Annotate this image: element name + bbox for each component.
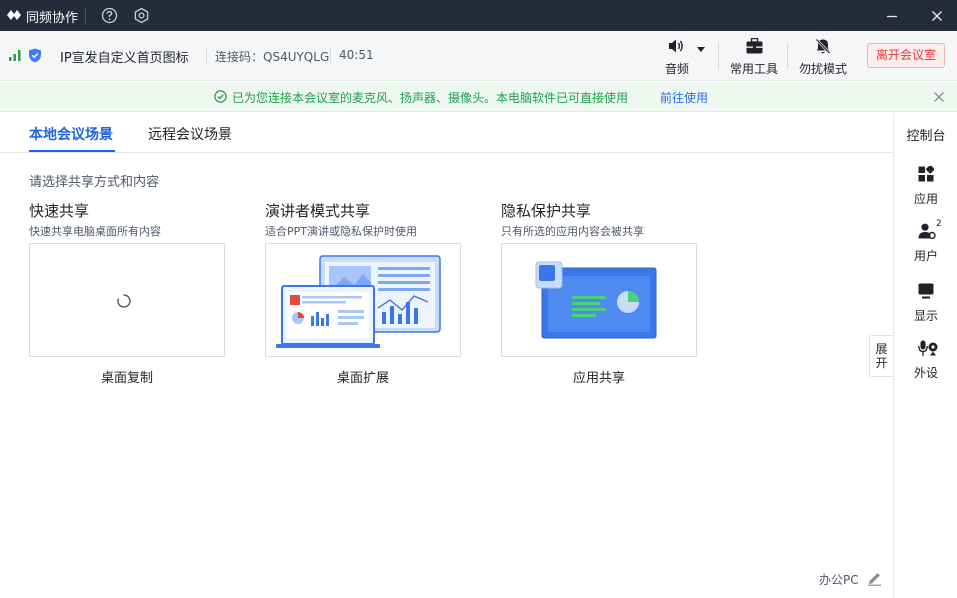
meeting-title: IP宣发自定义首页图标 — [60, 51, 189, 66]
user-icon — [918, 223, 936, 239]
secure-shield-icon — [29, 48, 41, 63]
notice-text: 已为您连接本会议室的麦克风、扬声器、摄像头。本电脑软件已可直接使用 — [232, 91, 629, 105]
card-caption: 应用共享 — [572, 371, 625, 386]
card-subtitle: 快速共享电脑桌面所有内容 — [29, 225, 161, 238]
minimize-button[interactable] — [882, 6, 902, 26]
meeting-code: 连接码：QS4UYQLG — [215, 50, 330, 64]
do-not-disturb-button[interactable]: 勿扰模式 — [796, 37, 850, 77]
card-subtitle: 适合PPT演讲或隐私保护时使用 — [265, 225, 417, 238]
quick-share-card: 快速共享 快速共享电脑桌面所有内容 桌面复制 — [29, 200, 229, 386]
app-share-option[interactable] — [501, 243, 697, 357]
app-logo-icon — [7, 10, 21, 20]
sidebar-item-label: 显示 — [913, 309, 938, 323]
title-divider — [85, 8, 86, 24]
help-icon[interactable] — [101, 7, 118, 24]
presenter-share-card: 演讲者模式共享 适合PPT演讲或隐私保护时使用 桌面扩展 — [265, 200, 465, 386]
info-divider — [206, 47, 207, 63]
audio-button[interactable]: 音频 — [658, 37, 706, 77]
desktop-extend-option[interactable] — [265, 243, 461, 357]
close-window-button[interactable] — [927, 6, 947, 26]
privacy-share-card: 隐私保护共享 只有所选的应用内容会被共享 应用共享 — [501, 200, 701, 386]
do-not-disturb-label: 勿扰模式 — [798, 62, 847, 76]
sidebar-item-label: 外设 — [913, 366, 938, 380]
common-tools-button[interactable]: 常用工具 — [728, 37, 780, 77]
card-title: 隐私保护共享 — [501, 202, 592, 220]
sidebar-item-peripherals[interactable]: 外设 — [894, 340, 957, 388]
peripheral-icon — [918, 340, 938, 356]
chevron-down-icon[interactable] — [697, 47, 705, 52]
app-name: 同频协作 — [26, 11, 79, 26]
common-tools-label: 常用工具 — [729, 62, 778, 76]
app-window-illustration — [535, 261, 657, 339]
card-title: 演讲者模式共享 — [265, 202, 371, 220]
extend-screens-illustration — [276, 255, 441, 348]
console-sidebar: 控制台 应用 2 用户 显示 外设 — [893, 113, 957, 598]
toolbar-divider — [787, 42, 788, 70]
tab-remote-meeting[interactable]: 远程会议场景 — [148, 124, 232, 144]
check-circle-icon — [214, 90, 227, 103]
sidebar-item-apps[interactable]: 应用 — [894, 166, 957, 214]
settings-icon[interactable] — [133, 7, 150, 24]
active-tab-indicator — [29, 150, 115, 152]
meeting-info-bar: IP宣发自定义首页图标 连接码：QS4UYQLG 40:51 音频 常用工具 勿… — [0, 31, 957, 81]
info-divider — [330, 47, 331, 63]
loading-spinner-icon — [117, 294, 131, 308]
card-title: 快速共享 — [29, 202, 90, 220]
expand-handle[interactable]: 展开 — [869, 335, 893, 377]
scene-tabs: 本地会议场景 远程会议场景 — [0, 113, 893, 153]
sidebar-item-label: 应用 — [913, 192, 938, 206]
tab-local-meeting[interactable]: 本地会议场景 — [29, 124, 113, 144]
console-title: 控制台 — [906, 129, 946, 144]
connection-notice: 已为您连接本会议室的麦克风、扬声器、摄像头。本电脑软件已可直接使用 前往使用 — [0, 82, 957, 112]
display-icon — [918, 283, 934, 299]
card-subtitle: 只有所选的应用内容会被共享 — [501, 225, 644, 238]
audio-label: 音频 — [664, 62, 689, 76]
card-caption: 桌面复制 — [100, 371, 153, 386]
go-use-link[interactable]: 前往使用 — [660, 89, 708, 106]
user-count-badge: 2 — [936, 219, 942, 229]
toolbox-icon — [746, 38, 763, 54]
sidebar-item-users[interactable]: 2 用户 — [894, 219, 957, 271]
sidebar-item-display[interactable]: 显示 — [894, 283, 957, 331]
close-icon[interactable] — [933, 91, 945, 103]
edit-pencil-icon[interactable] — [867, 571, 882, 586]
leave-meeting-button[interactable]: 离开会议室 — [867, 43, 945, 68]
card-caption: 桌面扩展 — [336, 371, 389, 386]
toolbar-divider — [718, 42, 719, 70]
bell-off-icon — [815, 38, 831, 54]
desktop-copy-option[interactable] — [29, 243, 225, 357]
apps-icon — [918, 166, 934, 182]
title-bar: 同频协作 — [0, 0, 957, 31]
speaker-icon — [669, 39, 683, 53]
signal-strength-icon — [9, 50, 21, 61]
meeting-timer: 40:51 — [339, 48, 374, 62]
device-name: 办公PC — [819, 573, 859, 587]
share-hint: 请选择共享方式和内容 — [29, 175, 160, 190]
sidebar-item-label: 用户 — [913, 249, 938, 263]
